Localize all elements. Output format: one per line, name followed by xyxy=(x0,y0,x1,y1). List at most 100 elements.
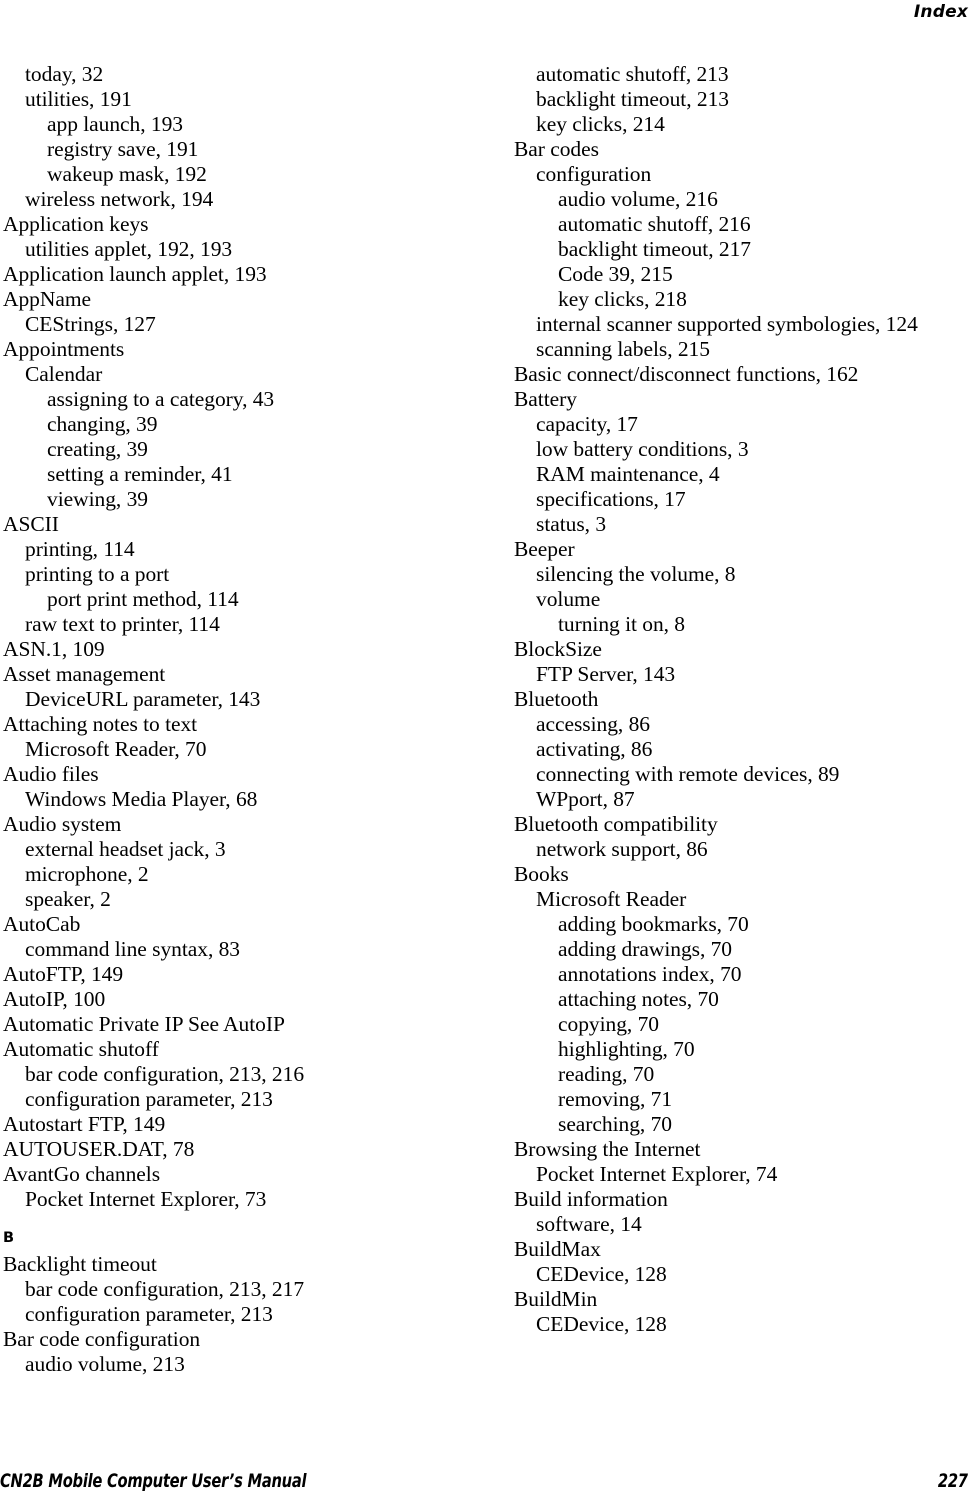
index-entry: activating, 86 xyxy=(536,737,653,761)
index-entry: Automatic shutoff xyxy=(3,1037,159,1061)
index-entry: Backlight timeout xyxy=(3,1252,157,1276)
index-entry: backlight timeout, 213 xyxy=(536,87,729,111)
index-column-left: today, 32 utilities, 191 app launch, 193 re… xyxy=(0,62,487,1377)
index-entry: app launch, 193 xyxy=(47,112,183,136)
index-entry: Application keys xyxy=(3,212,149,236)
footer-page-number: 227 xyxy=(938,1470,968,1492)
index-entry: printing to a port xyxy=(25,562,170,586)
index-entry: wireless network, 194 xyxy=(25,187,214,211)
index-entry: status, 3 xyxy=(536,512,607,536)
index-entry: adding drawings, 70 xyxy=(558,937,733,961)
index-entry: key clicks, 214 xyxy=(536,112,665,136)
index-entry: CEDevice, 128 xyxy=(536,1312,667,1336)
index-entry: utilities applet, 192, 193 xyxy=(25,237,233,261)
index-entry: ASCII xyxy=(3,512,59,536)
index-entry: Pocket Internet Explorer, 73 xyxy=(25,1187,267,1211)
page-header-title: Index xyxy=(913,2,968,22)
index-entry: Bluetooth compatibility xyxy=(514,812,718,836)
index-entry: Bar codes xyxy=(514,137,599,161)
index-entry: Asset management xyxy=(3,662,166,686)
index-entry: accessing, 86 xyxy=(536,712,650,736)
index-entry: configuration xyxy=(536,162,652,186)
index-entry: automatic shutoff, 216 xyxy=(558,212,751,236)
index-entry: Calendar xyxy=(25,362,103,386)
index-entry: AutoFTP, 149 xyxy=(3,962,124,986)
index-entry: today, 32 xyxy=(25,62,104,86)
index-entry: Beeper xyxy=(514,537,575,561)
index-entry: network support, 86 xyxy=(536,837,708,861)
index-entry: Windows Media Player, 68 xyxy=(25,787,258,811)
index-entry: Microsoft Reader xyxy=(536,887,687,911)
index-entry: CEStrings, 127 xyxy=(25,312,156,336)
index-entry: creating, 39 xyxy=(47,437,148,461)
index-entry: silencing the volume, 8 xyxy=(536,562,736,586)
index-entry: searching, 70 xyxy=(558,1112,672,1136)
index-entry: Books xyxy=(514,862,569,886)
index-entry: internal scanner supported symbologies, … xyxy=(536,312,918,336)
index-entry: bar code configuration, 213, 217 xyxy=(25,1277,305,1301)
index-entry: removing, 71 xyxy=(558,1087,673,1111)
index-entry: specifications, 17 xyxy=(536,487,686,511)
index-entry: port print method, 114 xyxy=(47,587,239,611)
index-entry: bar code configuration, 213, 216 xyxy=(25,1062,305,1086)
index-entry: reading, 70 xyxy=(558,1062,655,1086)
index-entry: DeviceURL parameter, 143 xyxy=(25,687,261,711)
index-entry: attaching notes, 70 xyxy=(558,987,719,1011)
index-entry: low battery conditions, 3 xyxy=(536,437,749,461)
index-entry: Application launch applet, 193 xyxy=(3,262,267,286)
index-entry: Appointments xyxy=(3,337,125,361)
index-entry: speaker, 2 xyxy=(25,887,111,911)
index-entry: Build information xyxy=(514,1187,668,1211)
index-entry: Pocket Internet Explorer, 74 xyxy=(536,1162,778,1186)
page-footer: CN2B Mobile Computer User’s Manual 227 xyxy=(0,1470,968,1492)
index-entry: AvantGo channels xyxy=(3,1162,161,1186)
index-entry: highlighting, 70 xyxy=(558,1037,695,1061)
index-entry: RAM maintenance, 4 xyxy=(536,462,720,486)
index-entry: printing, 114 xyxy=(25,537,135,561)
index-entry: Audio files xyxy=(3,762,99,786)
index-entry: Bluetooth xyxy=(514,687,599,711)
index-entry: AUTOUSER.DAT, 78 xyxy=(3,1137,195,1161)
index-entry: BuildMax xyxy=(514,1237,601,1261)
index-entry: ASN.1, 109 xyxy=(3,637,105,661)
index-entry: capacity, 17 xyxy=(536,412,638,436)
index-entry: CEDevice, 128 xyxy=(536,1262,667,1286)
index-entry: setting a reminder, 41 xyxy=(47,462,233,486)
index-entry: software, 14 xyxy=(536,1212,642,1236)
index-entry: AutoCab xyxy=(3,912,81,936)
index-entry: Attaching notes to text xyxy=(3,712,198,736)
index-entry: key clicks, 218 xyxy=(558,287,687,311)
index-entry: audio volume, 213 xyxy=(25,1352,185,1376)
index-entry: connecting with remote devices, 89 xyxy=(536,762,840,786)
index-entry: turning it on, 8 xyxy=(558,612,686,636)
index-entry: external headset jack, 3 xyxy=(25,837,226,861)
index-entry: viewing, 39 xyxy=(47,487,148,511)
index-column-right: automatic shutoff, 213 backlight timeout,… xyxy=(487,62,974,1337)
index-entry: scanning labels, 215 xyxy=(536,337,710,361)
index-entry: utilities, 191 xyxy=(25,87,132,111)
index-entry: FTP Server, 143 xyxy=(536,662,676,686)
index-entry: Microsoft Reader, 70 xyxy=(25,737,207,761)
index-entry: BuildMin xyxy=(514,1287,598,1311)
index-entry: copying, 70 xyxy=(558,1012,659,1036)
index-entry: WPport, 87 xyxy=(536,787,635,811)
index-entry: annotations index, 70 xyxy=(558,962,742,986)
index-entry: microphone, 2 xyxy=(25,862,149,886)
index-entry: changing, 39 xyxy=(47,412,158,436)
index-entry: Basic connect/disconnect functions, 162 xyxy=(514,362,859,386)
index-entry: Autostart FTP, 149 xyxy=(3,1112,166,1136)
index-entry: Battery xyxy=(514,387,577,411)
index-section-letter: B xyxy=(3,1230,15,1246)
index-entry: audio volume, 216 xyxy=(558,187,718,211)
index-entry: backlight timeout, 217 xyxy=(558,237,751,261)
index-entry: configuration parameter, 213 xyxy=(25,1302,273,1326)
index-entry: volume xyxy=(536,587,601,611)
index-entry: registry save, 191 xyxy=(47,137,199,161)
index-entry: automatic shutoff, 213 xyxy=(536,62,729,86)
index-entry: AutoIP, 100 xyxy=(3,987,106,1011)
index-entry: Audio system xyxy=(3,812,122,836)
index-body: today, 32 utilities, 191 app launch, 193 re… xyxy=(0,62,975,1402)
index-entry: raw text to printer, 114 xyxy=(25,612,220,636)
index-entry: configuration parameter, 213 xyxy=(25,1087,273,1111)
index-entry: AppName xyxy=(3,287,92,311)
